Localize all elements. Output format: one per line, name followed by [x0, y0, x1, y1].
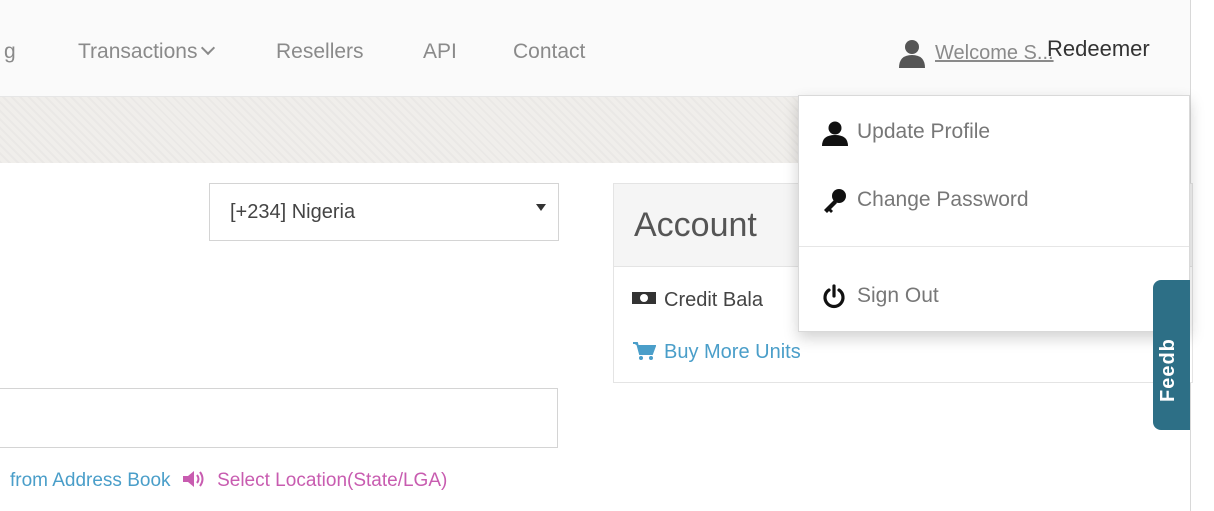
nav-item-transactions-label: Transactions — [78, 40, 198, 63]
user-icon — [822, 121, 848, 146]
welcome-text[interactable]: Welcome S... — [935, 42, 1054, 65]
scrollbar-track[interactable] — [1190, 0, 1214, 511]
buy-more-units-link[interactable]: Buy More Units — [632, 341, 801, 364]
power-icon — [823, 284, 845, 309]
user-dropdown-menu: Update Profile Change Password Sign Out — [798, 95, 1190, 332]
recipient-input[interactable] — [0, 388, 558, 448]
nav-item-partial[interactable]: g — [4, 40, 16, 64]
user-name: Redeemer — [1047, 36, 1150, 61]
cart-icon — [633, 342, 656, 360]
nav-item-resellers[interactable]: Resellers — [276, 40, 364, 64]
nav-item-contact[interactable]: Contact — [513, 40, 585, 64]
money-icon — [632, 292, 656, 304]
menu-item-update-profile-label: Update Profile — [857, 120, 991, 143]
country-select-value: [+234] Nigeria — [230, 201, 356, 223]
credit-balance-row: Credit Bala — [632, 289, 763, 312]
menu-item-sign-out[interactable]: Sign Out — [823, 284, 939, 309]
account-panel-title: Account — [634, 206, 757, 244]
top-navbar: g Transactions Resellers API Contact Wel… — [0, 0, 1190, 97]
nav-item-api[interactable]: API — [423, 40, 457, 64]
credit-balance-label: Credit Bala — [664, 289, 763, 311]
nav-item-transactions[interactable]: Transactions — [78, 40, 216, 64]
menu-item-change-password[interactable]: Change Password — [824, 188, 1029, 213]
menu-item-sign-out-label: Sign Out — [857, 284, 939, 307]
address-book-link[interactable]: from Address Book — [10, 470, 171, 491]
menu-item-update-profile[interactable]: Update Profile — [822, 120, 991, 146]
chevron-down-icon — [201, 40, 216, 56]
country-select[interactable]: [+234] Nigeria — [209, 183, 559, 241]
buy-more-units-label: Buy More Units — [664, 341, 801, 363]
select-location-link[interactable]: Select Location(State/LGA) — [217, 470, 447, 491]
helper-links: from Address Book Select Location(State/… — [10, 470, 447, 492]
speaker-icon — [182, 471, 204, 487]
menu-item-change-password-label: Change Password — [857, 188, 1029, 211]
feedback-tab-label: Feedb — [1157, 338, 1179, 402]
user-icon — [899, 40, 925, 68]
menu-divider — [799, 246, 1189, 247]
select-caret-icon — [536, 204, 546, 211]
key-icon — [824, 189, 846, 213]
feedback-tab[interactable]: Feedb — [1153, 280, 1190, 430]
